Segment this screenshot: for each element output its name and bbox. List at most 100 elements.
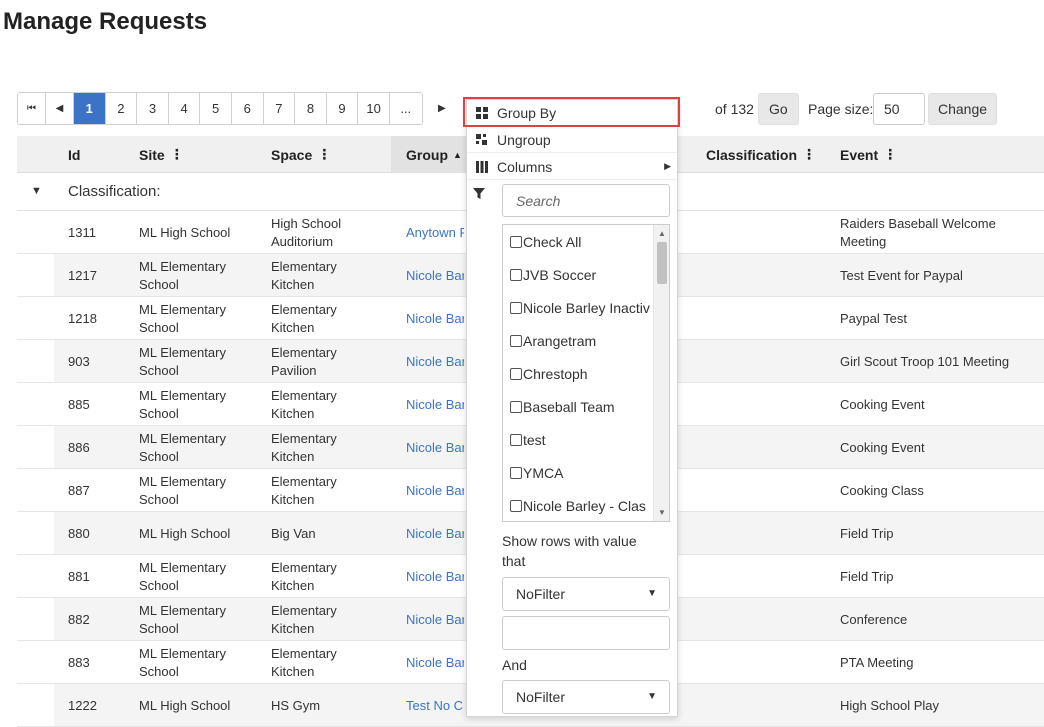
filter-value-input-1[interactable] [502,616,670,650]
column-header-event[interactable]: Event ⋮ [840,136,897,173]
cell-id: 881 [68,568,90,584]
page-button-10[interactable]: 10 [358,93,390,124]
cell-id: 880 [68,525,90,541]
filter-operator-select-1[interactable]: NoFilter ▼ [502,577,670,611]
column-header-classification[interactable]: Classification ⋮ [706,136,816,173]
menu-ungroup[interactable]: Ungroup [467,127,677,153]
cell-space: Elementary Kitchen [271,430,337,464]
column-menu-icon[interactable]: ⋮ [883,146,897,163]
page-button-9[interactable]: 9 [326,93,359,124]
filter-option-label: Arangetram [523,332,597,349]
filter-search-input[interactable]: Search [502,184,670,217]
page-button-2[interactable]: 2 [105,93,138,124]
scrollbar-thumb[interactable] [657,242,667,284]
cell-group[interactable]: Test No C [406,684,464,727]
checkbox[interactable] [510,268,522,281]
cell-group[interactable]: Nicole Bar [406,641,464,684]
first-page-button[interactable]: ⏮ [18,93,46,124]
filter-option-label: test [523,431,546,448]
cell-space: Big Van [271,525,316,541]
page-button-8[interactable]: 8 [295,93,327,124]
cell-space: High School Auditorium [271,215,342,249]
cell-site: ML Elementary School [139,473,226,507]
cell-group[interactable]: Nicole Bar [406,555,464,598]
highlight-annotation [463,97,680,127]
filter-option-label: JVB Soccer [523,266,597,283]
first-page-icon: ⏮ [27,103,36,114]
cell-event: Cooking Event [840,396,925,412]
column-header-id[interactable]: Id [68,136,80,173]
checkbox[interactable] [510,367,522,380]
checkbox[interactable] [510,235,522,248]
filter-option[interactable]: JVB Soccer [503,258,669,291]
checkbox[interactable] [510,301,522,314]
next-page-button[interactable]: ▶ [438,92,446,125]
filter-option[interactable]: Check All [503,225,669,258]
page-title: Manage Requests [3,8,208,35]
column-menu-icon[interactable]: ⋮ [170,146,184,163]
cell-group[interactable]: Anytown F Baseball [406,211,464,254]
page-button-3[interactable]: 3 [137,93,169,124]
menu-columns[interactable]: Columns ▶ [467,154,677,180]
filter-option[interactable]: test [503,423,669,456]
cell-site: ML Elementary School [139,301,226,335]
listbox-scrollbar[interactable]: ▲ ▼ [653,225,669,521]
column-menu-icon[interactable]: ⋮ [802,146,816,163]
filter-operator-select-2[interactable]: NoFilter ▼ [502,680,670,714]
cell-site: ML Elementary School [139,344,226,378]
page-button-6[interactable]: 6 [231,93,264,124]
filter-value-list[interactable]: Check All JVB Soccer Nicole Barley Inactiv… [502,224,670,522]
page-size-label: Page size: [808,100,874,117]
cell-group[interactable]: Nicole Bar [406,297,464,340]
cell-group[interactable]: Nicole Bar [406,512,464,555]
and-label: And [502,657,527,673]
cell-site: ML High School [139,224,231,240]
column-header-group[interactable]: Group ▲ [391,136,467,173]
cell-group[interactable]: Nicole Bar [406,426,464,469]
column-header-site[interactable]: Site ⋮ [139,136,184,173]
page-size-input[interactable]: 50 [873,92,925,125]
page-button-1[interactable]: 1 [74,93,106,124]
filter-option[interactable]: YMCA [503,456,669,489]
cell-group[interactable]: Nicole Bar [406,469,464,512]
prev-page-button[interactable]: ◀ [46,93,74,124]
cell-group[interactable]: Nicole Bar [406,340,464,383]
page-button-5[interactable]: 5 [200,93,232,124]
column-menu-icon[interactable]: ⋮ [317,146,331,163]
checkbox[interactable] [510,466,522,479]
change-button[interactable]: Change [928,92,997,125]
page-button-7[interactable]: 7 [263,93,296,124]
filter-option-label: Chrestoph [523,365,588,382]
cell-group[interactable]: Nicole Bar [406,254,464,297]
filter-option[interactable]: Nicole Barley Inactiv [503,291,669,324]
more-pages-button[interactable]: ... [389,93,422,124]
submenu-arrow-icon: ▶ [664,161,671,171]
cell-id: 882 [68,611,90,627]
column-header-space[interactable]: Space ⋮ [271,136,331,173]
page-button-4[interactable]: 4 [168,93,201,124]
cell-event: High School Play [840,697,939,713]
cell-event: Girl Scout Troop 101 Meeting [840,353,1010,369]
collapse-caret-icon[interactable]: ▼ [31,185,42,197]
cell-event: PTA Meeting [840,654,914,670]
filter-option[interactable]: Nicole Barley - Clas [503,489,669,521]
checkbox[interactable] [510,433,522,446]
filter-option[interactable]: Baseball Team [503,390,669,423]
filter-option[interactable]: Chrestoph [503,357,669,390]
page-count: of 132 [715,100,754,117]
scroll-down-icon[interactable]: ▼ [658,508,666,517]
checkbox[interactable] [510,499,522,512]
pager: ⏮ ◀ 1 2 3 4 5 6 7 8 9 10... [17,92,423,125]
filter-option[interactable]: Arangetram [503,324,669,357]
cell-group[interactable]: Nicole Bar [406,383,464,426]
checkbox[interactable] [510,334,522,347]
cell-id: 1311 [68,224,96,240]
scroll-up-icon[interactable]: ▲ [658,229,666,238]
cell-space: Elementary Kitchen [271,473,337,507]
filter-icon [473,188,485,203]
go-button[interactable]: Go [758,92,799,125]
cell-id: 887 [68,482,90,498]
checkbox[interactable] [510,400,522,413]
cell-space: Elementary Kitchen [271,645,337,679]
cell-group[interactable]: Nicole Bar [406,598,464,641]
